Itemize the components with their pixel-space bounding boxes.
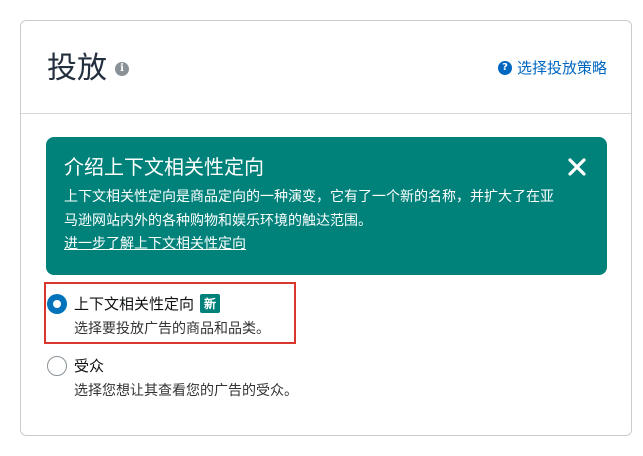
new-badge: 新 (200, 294, 221, 313)
option-contextual-targeting[interactable]: 上下文相关性定向 新 选择要投放广告的商品和品类。 (47, 293, 270, 338)
choose-strategy-label: 选择投放策略 (516, 59, 607, 77)
radio-audience[interactable] (47, 355, 67, 376)
option-label: 受众 (74, 357, 105, 375)
banner-title: 介绍上下文相关性定向 (64, 155, 264, 179)
help-icon: ? (497, 60, 512, 75)
info-banner: 介绍上下文相关性定向 上下文相关性定向是商品定向的一种演变，它有了一个新的名称，… (46, 137, 607, 275)
info-icon[interactable]: i (115, 62, 129, 76)
banner-body: 上下文相关性定向是商品定向的一种演变，它有了一个新的名称，并扩大了在亚马逊网站内… (64, 189, 554, 229)
choose-strategy-link[interactable]: ? 选择投放策略 (497, 57, 607, 78)
option-description: 选择您想让其查看您的广告的受众。 (74, 383, 298, 399)
section-title: 投放 i (47, 49, 129, 89)
targeting-card: 投放 i ? 选择投放策略 介绍上下文相关性定向 上下文相关性定向是商品定向的一… (20, 20, 632, 436)
banner-learn-more-link[interactable]: 进一步了解上下文相关性定向 (64, 233, 589, 255)
section-title-text: 投放 (47, 51, 107, 86)
option-audience[interactable]: 受众 选择您想让其查看您的广告的受众。 (47, 355, 298, 400)
option-label: 上下文相关性定向 (74, 295, 195, 313)
radio-contextual-targeting[interactable] (47, 293, 67, 314)
close-icon[interactable] (567, 157, 587, 177)
card-header: 投放 i ? 选择投放策略 (21, 21, 631, 114)
option-description: 选择要投放广告的商品和品类。 (74, 321, 270, 337)
